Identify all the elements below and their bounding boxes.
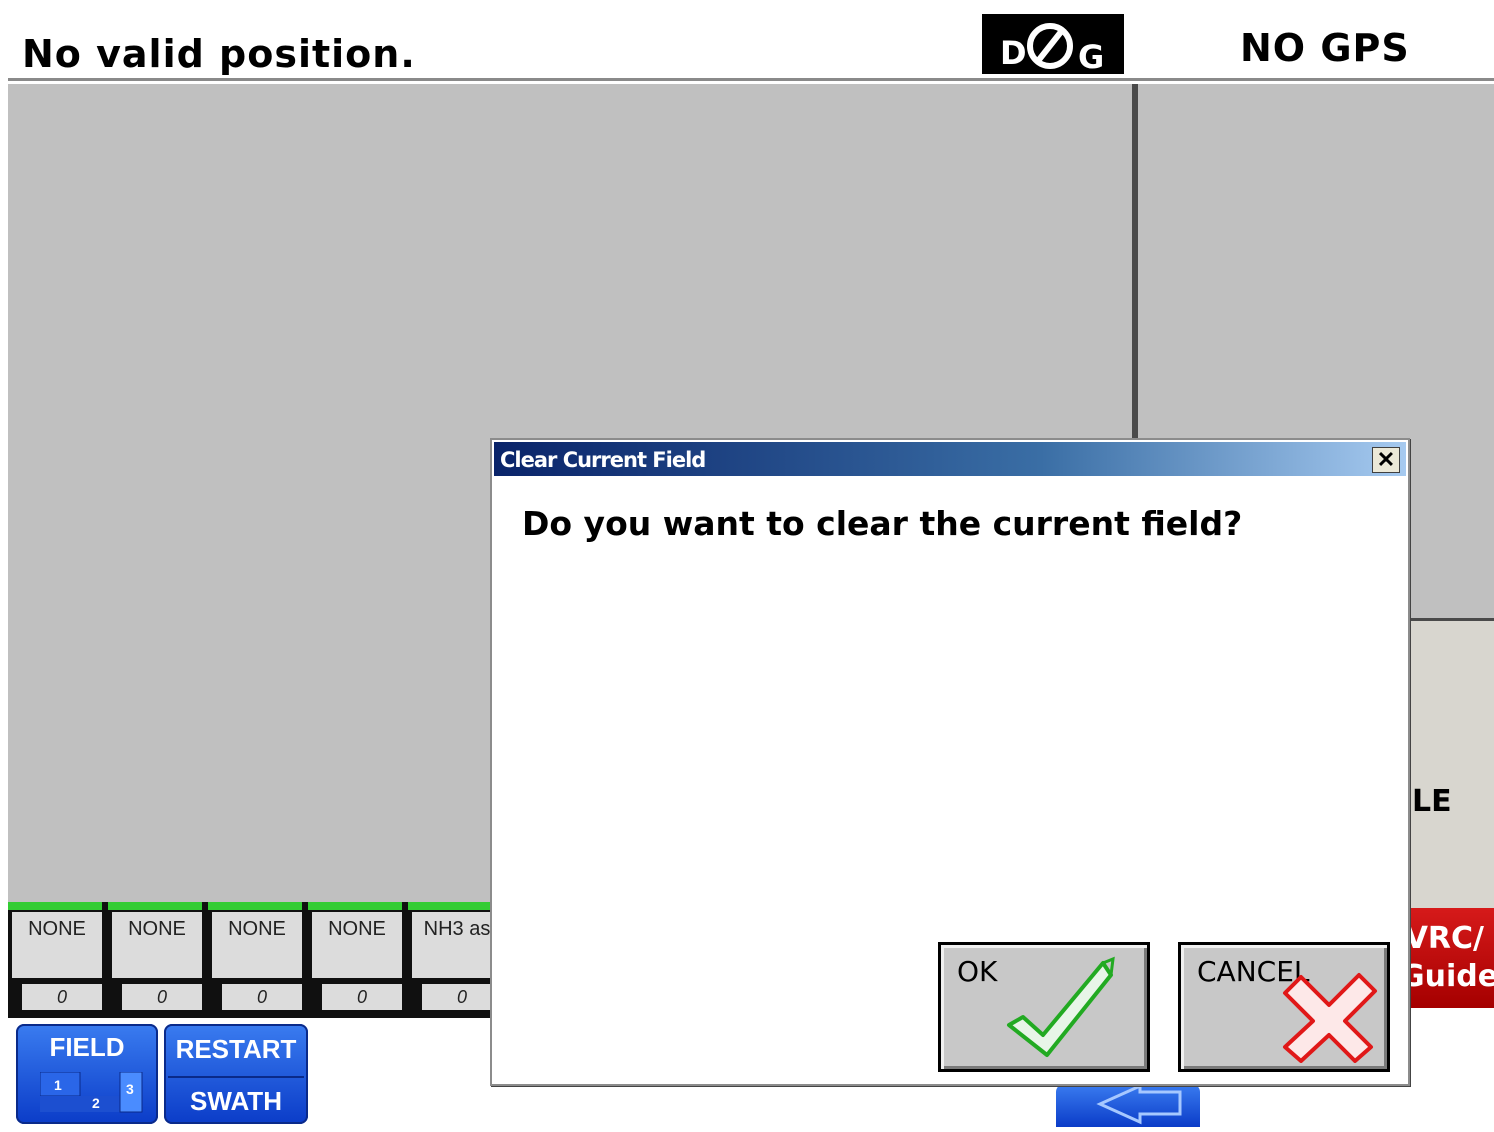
section-status-bar xyxy=(308,902,402,910)
back-arrow-button[interactable] xyxy=(1056,1083,1200,1127)
dialog-titlebar[interactable]: Clear Current Field ✕ xyxy=(494,442,1406,476)
section-3[interactable]: NONE 0 xyxy=(208,902,302,1018)
gps-status-text: NO GPS xyxy=(1240,26,1410,70)
section-status-bar xyxy=(108,902,202,910)
back-arrow-icon xyxy=(1096,1083,1182,1125)
vrc-label: VRC/ xyxy=(1404,921,1484,956)
logo-letter-d: D xyxy=(1000,34,1027,72)
section-label: NONE xyxy=(212,912,302,978)
restart-swath-button[interactable]: RESTART SWATH xyxy=(164,1024,308,1124)
section-label: NONE xyxy=(312,912,402,978)
field-button-label: FIELD xyxy=(49,1032,125,1062)
status-bar: No valid position. D G NO GPS xyxy=(8,8,1494,81)
section-value: 0 xyxy=(222,984,302,1010)
section-1[interactable]: NONE 0 xyxy=(8,902,102,1018)
section-value: 0 xyxy=(122,984,202,1010)
cancel-button[interactable]: CANCEL xyxy=(1178,942,1390,1072)
svg-text:3: 3 xyxy=(126,1081,134,1097)
svg-text:1: 1 xyxy=(54,1077,62,1093)
cancel-x-icon xyxy=(1283,973,1377,1063)
swath-label: SWATH xyxy=(190,1086,282,1116)
ok-button[interactable]: OK xyxy=(938,942,1150,1072)
field-selector-icon: 1 2 3 xyxy=(40,1072,143,1113)
no-sign-icon xyxy=(1027,23,1073,69)
section-5[interactable]: NH3 as 0 xyxy=(408,902,502,1018)
svg-text:2: 2 xyxy=(92,1095,100,1111)
section-strip: NONE 0 NONE 0 NONE 0 NONE 0 NH3 as 0 xyxy=(8,902,502,1018)
position-status-text: No valid position. xyxy=(22,32,416,76)
logo-letter-g: G xyxy=(1078,38,1104,74)
field-button[interactable]: FIELD 1 2 3 xyxy=(16,1024,158,1124)
section-label: NONE xyxy=(12,912,102,978)
section-label: NH3 as xyxy=(412,912,502,978)
guide-label: Guide xyxy=(1400,959,1494,994)
dg-logo: D G xyxy=(982,14,1124,74)
dialog-question: Do you want to clear the current field? xyxy=(522,504,1243,543)
close-icon[interactable]: ✕ xyxy=(1372,447,1400,473)
restart-label: RESTART xyxy=(175,1034,297,1064)
section-2[interactable]: NONE 0 xyxy=(108,902,202,1018)
section-4[interactable]: NONE 0 xyxy=(308,902,402,1018)
section-value: 0 xyxy=(22,984,102,1010)
vrc-guide-button[interactable]: VRC/ Guide xyxy=(1400,908,1494,1008)
ok-label: OK xyxy=(957,955,998,988)
button-separator xyxy=(168,1076,304,1078)
clear-field-dialog: Clear Current Field ✕ Do you want to cle… xyxy=(490,438,1410,1086)
section-value: 0 xyxy=(322,984,402,1010)
section-status-bar xyxy=(8,902,102,910)
section-label: NONE xyxy=(112,912,202,978)
right-panel-label: LE xyxy=(1412,784,1452,819)
section-status-bar xyxy=(408,902,502,910)
checkmark-icon xyxy=(1007,956,1115,1057)
section-status-bar xyxy=(208,902,302,910)
dialog-title: Clear Current Field xyxy=(500,448,706,472)
